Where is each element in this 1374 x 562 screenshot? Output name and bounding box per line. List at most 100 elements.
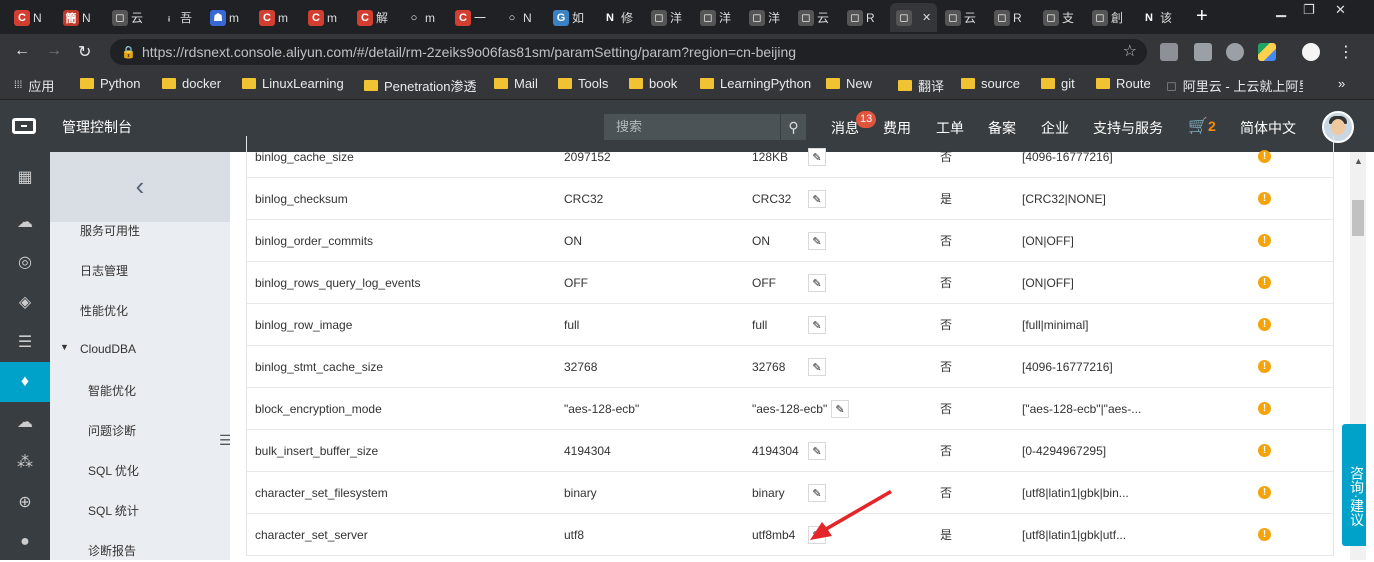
close-window-button[interactable]: ✕ [1335, 2, 1346, 18]
menu-sql-optimize[interactable]: SQL 优化 [88, 462, 139, 479]
reload-icon[interactable]: ↻ [78, 42, 91, 62]
cluster-icon[interactable]: ⁂ [0, 442, 50, 482]
browser-tab[interactable]: G如 [547, 3, 594, 32]
console-title[interactable]: 管理控制台 [62, 117, 132, 137]
circle-icon[interactable]: ● [0, 522, 50, 562]
cloud-monitor-icon[interactable]: ☁ [0, 202, 50, 242]
bookmark-item[interactable]: 翻译 [898, 76, 944, 95]
page-scrollbar-thumb[interactable] [1352, 200, 1364, 236]
browser-tab[interactable]: C解 [351, 3, 398, 32]
browser-tab[interactable]: ◻ 支 [1037, 3, 1084, 32]
forward-icon[interactable]: → [46, 42, 62, 60]
edit-icon[interactable]: ✎ [808, 148, 826, 166]
bookmark-item[interactable]: LearningPython [700, 76, 811, 91]
browser-tab[interactable]: N该 [1135, 3, 1182, 32]
ecs-icon[interactable]: ◎ [0, 242, 50, 282]
info-icon[interactable]: ! [1258, 486, 1271, 499]
bookmark-item[interactable]: Penetration渗透 [364, 76, 477, 95]
collapse-chevron-icon[interactable]: ‹ [50, 152, 230, 222]
cart-icon[interactable]: 🛒 [1188, 116, 1208, 136]
aliyun-logo-icon[interactable] [12, 118, 36, 134]
browser-tab[interactable]: ◻ 洋 [743, 3, 790, 32]
bookmark-item[interactable]: source [961, 76, 1020, 91]
edit-icon[interactable]: ✎ [808, 316, 826, 334]
menu-clouddba[interactable]: CloudDBA [80, 342, 136, 356]
browser-tab[interactable]: ᵢ吾 [155, 3, 202, 32]
bookmark-item[interactable]: ⁞⁞⁞ 应用 [14, 76, 54, 95]
database-icon[interactable]: ☰ [0, 322, 50, 362]
browser-tab[interactable]: ◻ 洋 [694, 3, 741, 32]
info-icon[interactable]: ! [1258, 276, 1271, 289]
info-icon[interactable]: ! [1258, 192, 1271, 205]
bookmark-item[interactable]: New [826, 76, 872, 91]
edit-icon[interactable]: ✎ [808, 442, 826, 460]
bookmark-item[interactable]: book [629, 76, 677, 91]
bookmark-item[interactable]: LinuxLearning [242, 76, 344, 91]
menu-diag-report[interactable]: 诊断报告 [88, 542, 136, 559]
nav-link-enterprise[interactable]: 企业 [1041, 118, 1069, 138]
tab-close-icon[interactable]: ✕ [922, 11, 931, 24]
browser-tab[interactable]: ☗ m [204, 3, 251, 32]
info-icon[interactable]: ! [1258, 444, 1271, 457]
browser-tab[interactable]: ◻ R [988, 3, 1035, 32]
browser-tab[interactable]: Cm [302, 3, 349, 32]
info-icon[interactable]: ! [1258, 318, 1271, 331]
restore-button[interactable]: ❐ [1303, 2, 1315, 18]
browser-tab[interactable]: C一 [449, 3, 496, 32]
browser-tab[interactable]: ◻ ✕ [890, 3, 937, 32]
info-icon[interactable]: ! [1258, 234, 1271, 247]
menu-sql-stats[interactable]: SQL 统计 [88, 502, 139, 519]
info-icon[interactable]: ! [1258, 150, 1271, 163]
browser-tab[interactable]: N修 [596, 3, 643, 32]
browser-tab[interactable]: ○ m [400, 3, 447, 32]
bookmark-item[interactable]: Tools [558, 76, 608, 91]
browser-tab[interactable]: ◻ 洋 [645, 3, 692, 32]
rds-icon[interactable]: ♦ [0, 362, 50, 402]
nav-link-support[interactable]: 支持与服务 [1093, 118, 1163, 138]
menu-icon[interactable]: ⋮ [1338, 42, 1354, 62]
location-icon[interactable] [1226, 43, 1244, 61]
browser-tab[interactable]: ○ N [498, 3, 545, 32]
url-bar[interactable]: 🔒 https://rdsnext.console.aliyun.com/#/d… [110, 39, 1147, 65]
edit-icon[interactable]: ✎ [808, 232, 826, 250]
minimize-button[interactable]: ▁ [1276, 2, 1286, 18]
messages-link[interactable]: 消息 [831, 118, 859, 138]
bookmark-item[interactable]: Mail [494, 76, 538, 91]
cloud-icon[interactable]: ☁ [0, 402, 50, 442]
bookmark-overflow-icon[interactable]: » [1338, 76, 1345, 91]
new-tab-button[interactable]: + [1196, 6, 1208, 26]
consult-button[interactable]: 咨询·建议 [1342, 424, 1366, 546]
menu-service-availability[interactable]: 服务可用性 [80, 222, 140, 239]
browser-tab[interactable]: ◻ 云 [939, 3, 986, 32]
info-icon[interactable]: ! [1258, 402, 1271, 415]
browser-tab[interactable]: ◻ 云 [106, 3, 153, 32]
browser-tab[interactable]: ◻ 云 [792, 3, 839, 32]
menu-performance[interactable]: 性能优化 [80, 302, 128, 319]
bookmark-item[interactable]: git [1041, 76, 1075, 91]
browser-tab[interactable]: Cm [253, 3, 300, 32]
menu-log-management[interactable]: 日志管理 [80, 262, 128, 279]
info-icon[interactable]: ! [1258, 528, 1271, 541]
layers-icon[interactable]: ◈ [0, 282, 50, 322]
extension-icon[interactable] [1160, 43, 1178, 61]
bookmark-star-icon[interactable]: ☆ [1123, 39, 1137, 65]
menu-diagnosis[interactable]: 问题诊断 [88, 422, 136, 439]
nav-link-icp[interactable]: 备案 [988, 118, 1016, 138]
info-icon[interactable]: ! [1258, 360, 1271, 373]
browser-tab[interactable]: 簡N [57, 3, 104, 32]
page-scroll-up-icon[interactable]: ▲ [1354, 156, 1363, 166]
menu-smart-optimize[interactable]: 智能优化 [88, 382, 136, 399]
grid-icon[interactable]: ▦ [0, 157, 50, 197]
edit-icon[interactable]: ✎ [808, 358, 826, 376]
drive-icon[interactable] [1258, 43, 1276, 61]
back-icon[interactable]: ← [14, 42, 30, 60]
bookmark-item[interactable]: Route [1096, 76, 1151, 91]
menu-clouddba-expand-icon[interactable]: ▼ [60, 342, 69, 352]
browser-tab[interactable]: ◻ R [841, 3, 888, 32]
language-switch[interactable]: 简体中文 [1240, 118, 1296, 138]
nav-link-billing[interactable]: 费用 [883, 118, 911, 138]
edit-icon[interactable]: ✎ [831, 400, 849, 418]
edit-icon[interactable]: ✎ [808, 190, 826, 208]
bookmark-item[interactable]: Python [80, 76, 140, 91]
bookmark-item[interactable]: ◻ 阿里云 - 上云就上阿里 [1166, 76, 1303, 95]
